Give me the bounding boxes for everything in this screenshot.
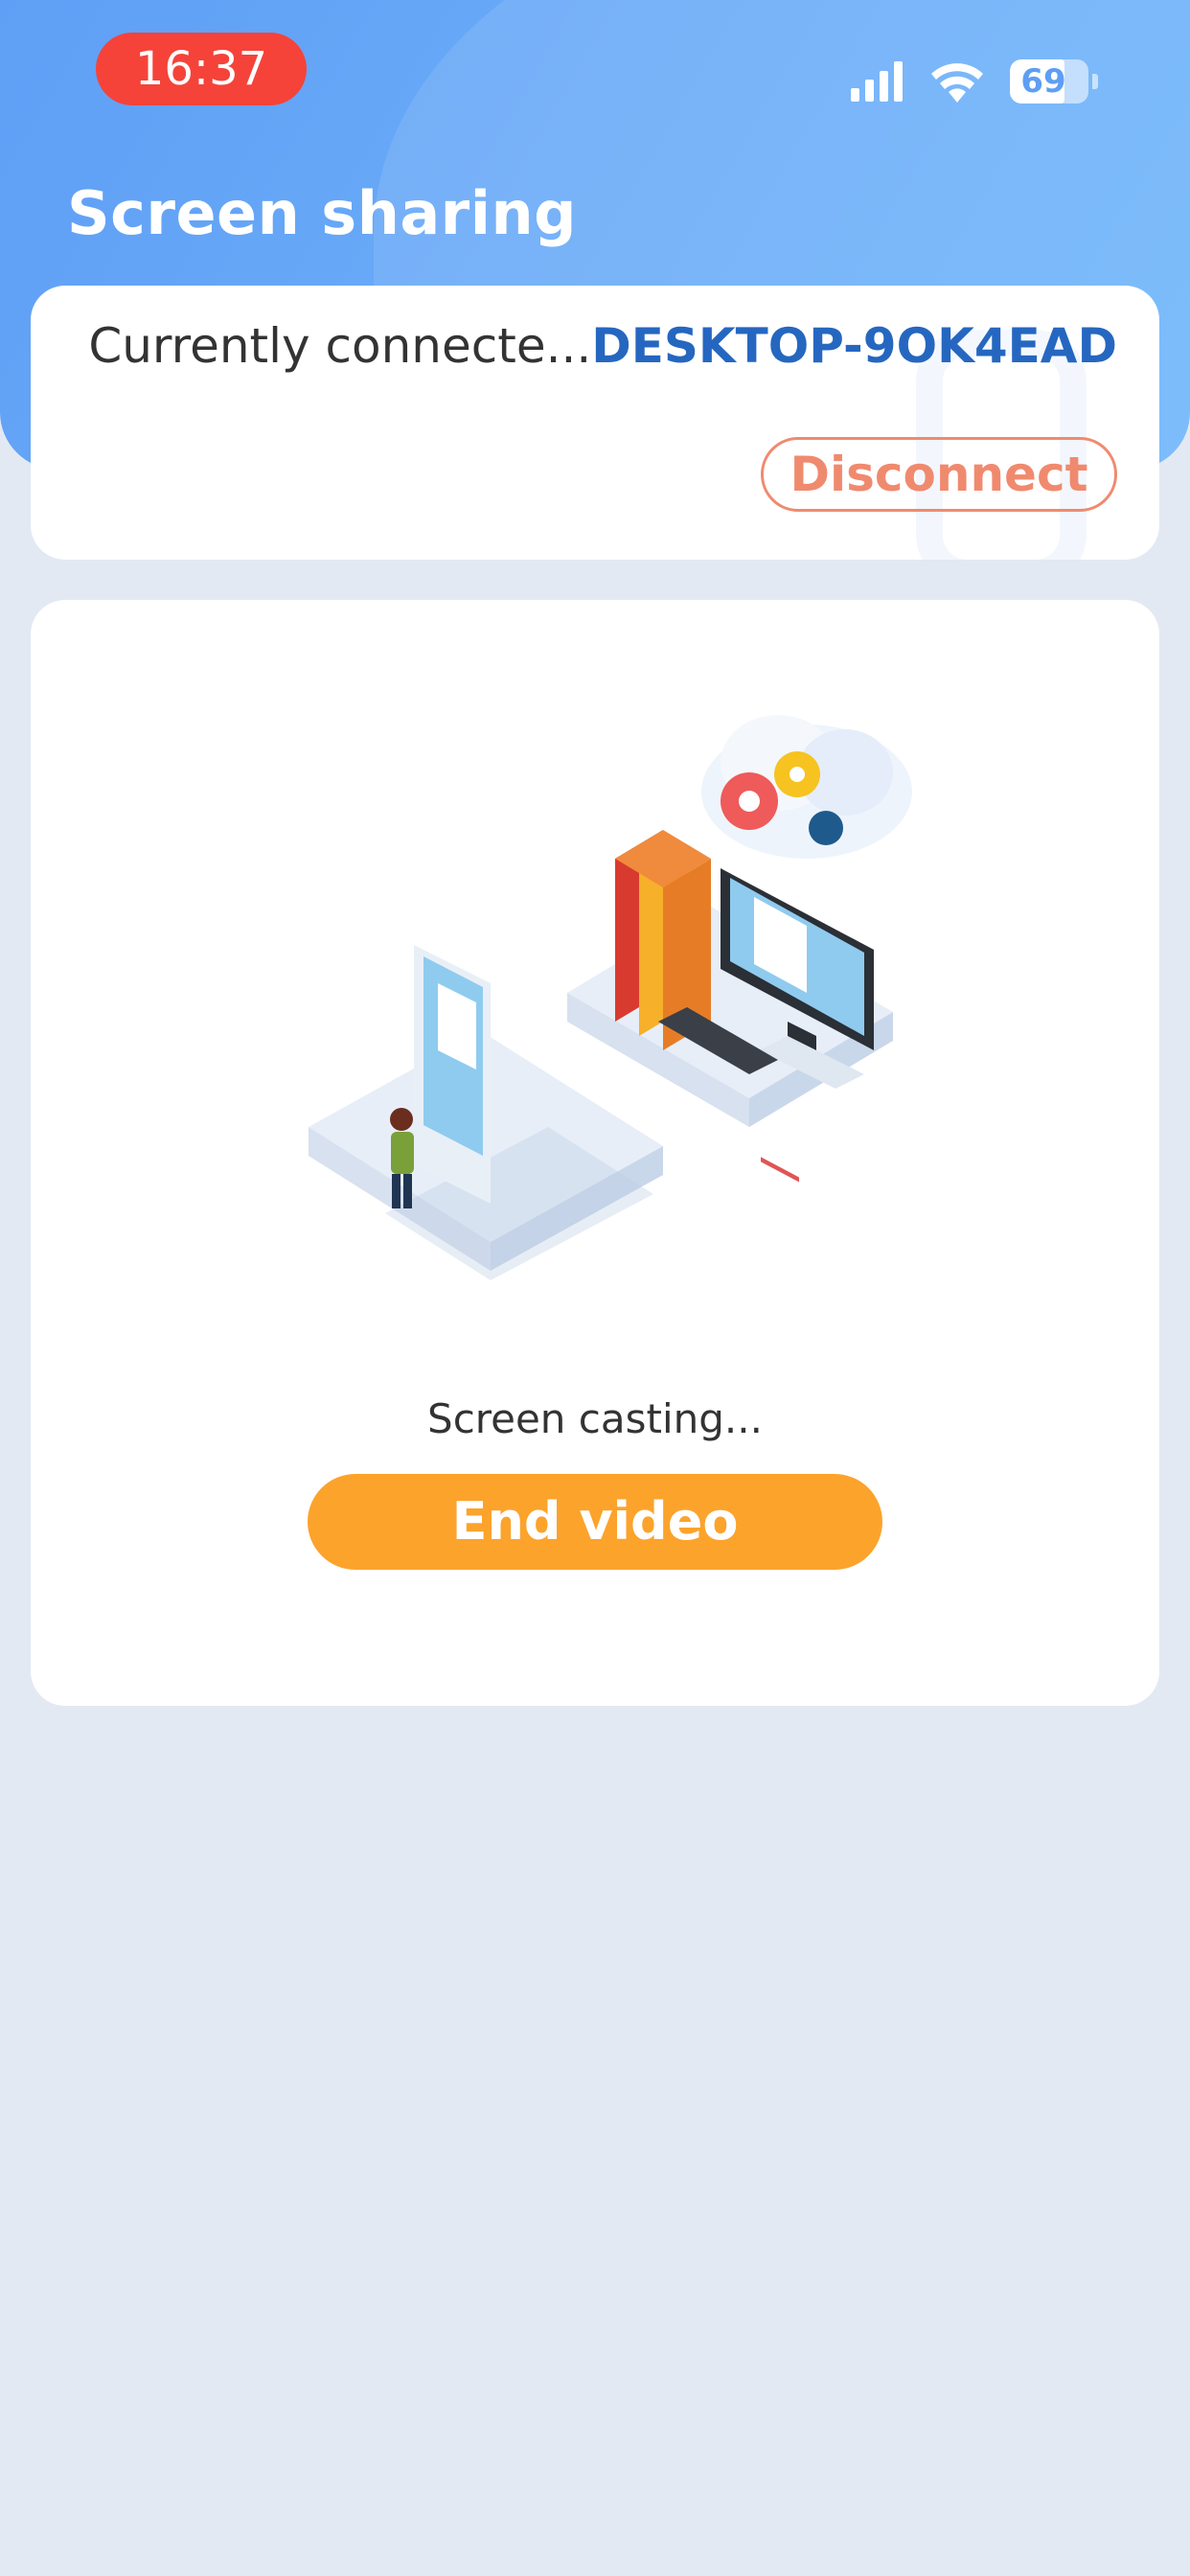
signal-icon — [851, 61, 903, 102]
connection-row: Currently connecte... DESKTOP-9OK4EAD — [75, 312, 1117, 380]
disconnect-button[interactable]: Disconnect — [761, 437, 1117, 512]
casting-card: Screen casting... End video mirroring — [31, 600, 1159, 1706]
connected-device-name: DESKTOP-9OK4EAD — [591, 318, 1117, 374]
status-time: 16:37 — [96, 33, 307, 105]
status-bar: 16:37 69 — [0, 0, 1190, 144]
page-title: Screen sharing — [67, 178, 578, 248]
screen-casting-illustration — [309, 715, 912, 1280]
battery-icon: 69 — [1010, 59, 1088, 104]
connection-card: Currently connecte... DESKTOP-9OK4EAD Di… — [31, 286, 1159, 560]
battery-level: 69 — [1020, 62, 1066, 101]
battery-cap — [1092, 74, 1098, 89]
casting-status-text: Screen casting... — [427, 1395, 763, 1442]
end-video-mirroring-button[interactable]: End video mirroring — [308, 1474, 882, 1647]
wifi-icon — [931, 63, 983, 103]
connection-status-label: Currently connecte... — [88, 318, 592, 374]
status-icons: 69 — [851, 56, 1098, 107]
